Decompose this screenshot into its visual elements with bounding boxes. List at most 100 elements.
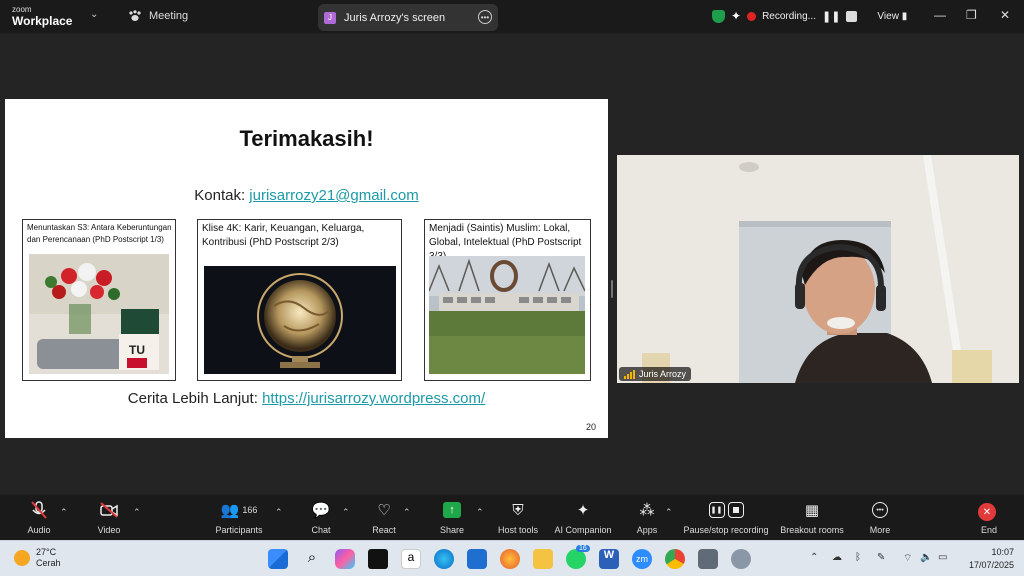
battery-icon[interactable]: ▭: [938, 552, 947, 563]
video-options-chevron-icon[interactable]: ⌃: [133, 507, 141, 518]
avatar: J: [324, 11, 336, 24]
participants-chevron-icon[interactable]: ⌃: [275, 507, 283, 518]
host-tools-button[interactable]: ⛨ Host tools: [496, 499, 540, 536]
store-icon[interactable]: [467, 549, 487, 569]
video-label: Video: [97, 525, 121, 535]
whatsapp-icon[interactable]: [566, 549, 586, 569]
participants-icon: 👥: [220, 502, 240, 519]
audio-label: Audio: [27, 525, 51, 535]
settings-gear-icon[interactable]: [731, 549, 751, 569]
close-icon[interactable]: ✕: [1000, 8, 1010, 22]
edge-icon[interactable]: [434, 549, 454, 569]
ai-companion-label: AI Companion: [554, 525, 612, 535]
chevron-down-icon[interactable]: ⌄: [90, 9, 98, 20]
heart-icon: ♡: [377, 502, 391, 519]
microphone-muted-icon: [31, 501, 47, 519]
breakout-rooms-button[interactable]: ▦ Breakout rooms: [780, 499, 844, 535]
participant-video[interactable]: Juris Arrozy: [617, 155, 1019, 383]
breakout-label: Breakout rooms: [780, 525, 844, 535]
zoom-icon[interactable]: zm: [632, 549, 652, 569]
minimize-icon[interactable]: —: [934, 8, 946, 22]
chat-bubble-icon: 💬: [311, 502, 331, 519]
chat-button[interactable]: 💬 Chat: [308, 499, 334, 535]
dropbox-icon[interactable]: [368, 549, 388, 569]
security-shield-icon[interactable]: [712, 9, 725, 23]
card-postscript-3[interactable]: Menjadi (Saintis) Muslim: Lokal, Global,…: [424, 219, 591, 381]
meeting-label: Meeting: [149, 10, 189, 22]
story-prefix: Cerita Lebih Lanjut:: [127, 390, 263, 407]
react-button[interactable]: ♡ React: [370, 499, 398, 535]
copilot-icon[interactable]: [335, 549, 355, 569]
amazon-icon[interactable]: a: [401, 549, 421, 569]
more-button[interactable]: ••• More: [867, 499, 893, 535]
card-postscript-2[interactable]: Klise 4K: Karir, Keuangan, Keluarga, Kon…: [197, 219, 402, 381]
volume-icon[interactable]: 🔈: [920, 552, 932, 563]
react-label: React: [372, 525, 396, 535]
tray-overflow-icon[interactable]: ⌃: [810, 552, 818, 563]
meeting-menu[interactable]: Meeting: [128, 10, 188, 22]
clock-date: 17/07/2025: [968, 560, 1014, 570]
share-chevron-icon[interactable]: ⌃: [476, 507, 484, 518]
firefox-icon[interactable]: [500, 549, 520, 569]
logo-zoom-text: zoom: [12, 5, 32, 14]
pause-icon: ❚❚: [708, 502, 725, 518]
react-chevron-icon[interactable]: ⌃: [403, 507, 411, 518]
ai-companion-button[interactable]: ✦ AI Companion: [552, 499, 614, 535]
end-meeting-icon[interactable]: ✕: [978, 503, 996, 521]
onedrive-cloud-icon[interactable]: ☁: [832, 552, 842, 563]
recording-label: Recording...: [762, 10, 816, 22]
shield-icon: ⛨: [512, 501, 524, 519]
meeting-toolbar: Audio ⌃ Video ⌃ 👥 166 Participants ⌃ 💬 Ch…: [0, 495, 1024, 540]
resize-handle[interactable]: [611, 280, 613, 298]
participant-name: Juris Arrozy: [639, 369, 687, 379]
ai-sparkle-icon: ✦: [576, 502, 590, 519]
chrome-icon[interactable]: [665, 549, 685, 569]
weather-condition: Cerah: [36, 558, 61, 568]
view-button[interactable]: View ▮: [877, 11, 907, 22]
monument-image: [429, 256, 585, 374]
apps-label: Apps: [636, 525, 658, 535]
audio-button[interactable]: Audio: [24, 499, 54, 535]
screen-share-tab[interactable]: J Juris Arrozy's screen •••: [318, 4, 498, 31]
more-options-icon[interactable]: •••: [478, 10, 492, 24]
windows-taskbar: 27°C Cerah ⌕ a 16 W zm ⌃ ☁ ᛒ ✎ ⌔ 🔈 ▭ 10:0…: [0, 540, 1024, 576]
share-arrow-icon: ↑: [443, 502, 461, 518]
pen-icon[interactable]: ✎: [877, 552, 885, 563]
calculator-icon[interactable]: [698, 549, 718, 569]
end-label: End: [981, 525, 998, 535]
card-title: Menuntaskan S3: Antara Keberuntungan dan…: [27, 223, 172, 244]
pause-stop-recording-button[interactable]: ❚❚ Pause/stop recording: [682, 499, 770, 535]
camera-off-icon: [100, 502, 118, 518]
chat-chevron-icon[interactable]: ⌃: [342, 507, 350, 518]
video-button[interactable]: Video: [94, 499, 124, 535]
weather-temperature: 27°C: [36, 547, 57, 557]
pause-recording-icon[interactable]: ❚❚: [822, 10, 840, 23]
host-tools-label: Host tools: [497, 525, 539, 535]
restore-icon[interactable]: ❐: [966, 8, 977, 22]
weather-widget[interactable]: 27°C Cerah: [14, 547, 61, 569]
apps-chevron-icon[interactable]: ⌃: [665, 507, 673, 518]
search-icon[interactable]: ⌕: [302, 549, 322, 569]
file-explorer-icon[interactable]: [533, 549, 553, 569]
zoom-workplace-logo[interactable]: zoom Workplace: [12, 5, 72, 28]
clock[interactable]: 10:07 17/07/2025: [969, 546, 1014, 572]
chat-label: Chat: [311, 525, 331, 535]
bluetooth-icon[interactable]: ᛒ: [855, 552, 861, 563]
title-bar: zoom Workplace ⌄ Meeting J Juris Arrozy'…: [0, 0, 1024, 33]
card-postscript-1[interactable]: Menuntaskan S3: Antara Keberuntungan dan…: [22, 219, 176, 381]
apps-button[interactable]: ⁂ Apps: [634, 499, 660, 535]
story-link[interactable]: https://jurisarrozy.wordpress.com/: [262, 390, 485, 407]
view-label: View: [877, 10, 899, 22]
share-label: Share: [439, 525, 465, 535]
word-icon[interactable]: W: [599, 549, 619, 569]
stop-icon: [727, 502, 744, 518]
share-button[interactable]: ↑ Share: [437, 499, 467, 535]
participants-button[interactable]: 👥 166 Participants: [213, 499, 265, 535]
start-icon[interactable]: [268, 549, 288, 569]
ai-sparkle-icon[interactable]: ✦: [731, 9, 741, 23]
wifi-icon[interactable]: ⌔: [903, 552, 912, 565]
stop-recording-icon[interactable]: [846, 10, 858, 22]
audio-options-chevron-icon[interactable]: ⌃: [60, 507, 68, 518]
contact-email-link[interactable]: jurisarrozy21@gmail.com: [249, 187, 418, 204]
slide-page-number: 20: [585, 422, 596, 432]
